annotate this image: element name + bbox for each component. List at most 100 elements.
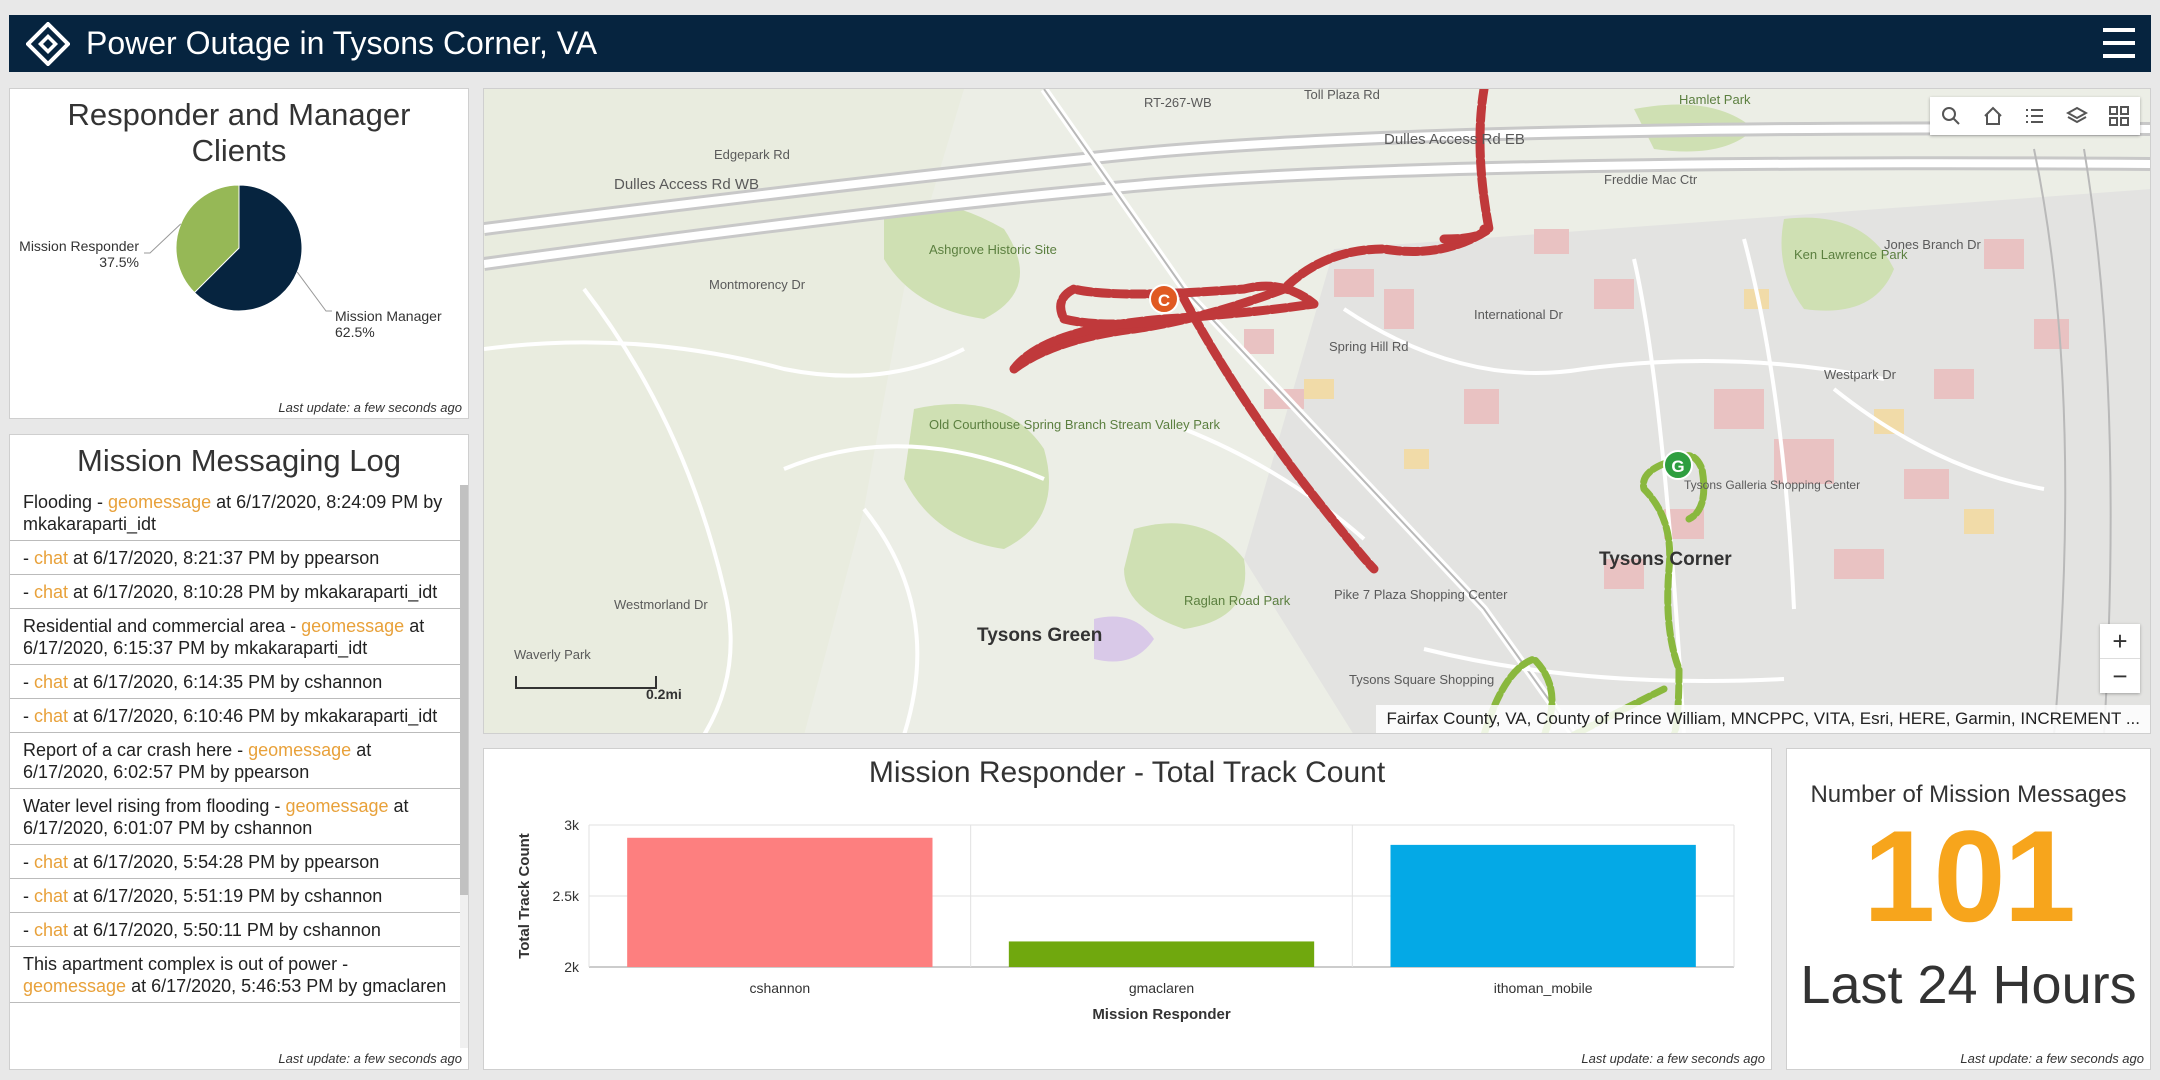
app-logo-icon	[26, 21, 70, 66]
log-last-update: Last update: a few seconds ago	[278, 1051, 462, 1066]
pie-chart-panel: Responder and Manager Clients Mission Ma…	[9, 88, 469, 419]
label-old-courthouse: Old Courthouse Spring Branch Stream Vall…	[929, 417, 1220, 432]
log-item: Flooding - geomessage at 6/17/2020, 8:24…	[10, 485, 462, 541]
log-item: - chat at 6/17/2020, 5:50:11 PM by cshan…	[10, 913, 462, 947]
log-item-meta: at 6/17/2020, 8:21:37 PM by ppearson	[68, 548, 380, 568]
hamburger-menu-icon[interactable]	[2103, 28, 2135, 58]
basemap-gallery-icon[interactable]	[2098, 97, 2140, 135]
log-item-text: Water level rising from flooding -	[23, 796, 286, 816]
scale-bar: 0.2mi	[514, 674, 682, 703]
label-pike7: Pike 7 Plaza Shopping Center	[1334, 587, 1508, 602]
label-jones: Jones Branch Dr	[1884, 237, 1981, 252]
label-dulles-eb: Dulles Access Rd EB	[1384, 131, 1525, 148]
bar-chart-panel: Mission Responder - Total Track Count 2k 2…	[483, 748, 1772, 1070]
log-item-text: -	[23, 548, 34, 568]
x-axis-title: Mission Responder	[1092, 1006, 1231, 1023]
log-item: This apartment complex is out of power -…	[10, 947, 462, 1003]
log-item: - chat at 6/17/2020, 6:14:35 PM by cshan…	[10, 665, 462, 699]
log-item-text: -	[23, 852, 34, 872]
zoom-out-button[interactable]: −	[2100, 658, 2140, 693]
log-item-type-link[interactable]: geomessage	[108, 492, 211, 512]
label-tysons-square: Tysons Square Shopping	[1349, 672, 1494, 687]
log-item-type-link[interactable]: geomessage	[248, 740, 351, 760]
zoom-in-button[interactable]: +	[2100, 624, 2140, 658]
log-item-type-link[interactable]: chat	[34, 852, 68, 872]
log-item-text: Report of a car crash here -	[23, 740, 249, 760]
log-item-type-link[interactable]: geomessage	[23, 976, 126, 996]
basemap[interactable]: C G Tysons Green Tysons Corner Ashgrove …	[484, 89, 2151, 734]
bar-chart: Mission Responder - Total Track Count 2k 2…	[516, 756, 1735, 1023]
log-scrollbar[interactable]	[460, 485, 468, 1048]
label-international: International Dr	[1474, 307, 1564, 322]
map-toolbar	[1930, 97, 2140, 135]
search-icon[interactable]	[1930, 97, 1972, 135]
label-freddie: Freddie Mac Ctr	[1604, 172, 1698, 187]
zoom-control: + −	[2100, 624, 2140, 693]
log-item-text: -	[23, 706, 34, 726]
log-item-meta: at 6/17/2020, 5:50:11 PM by cshannon	[68, 920, 381, 940]
pie-slice-label: Mission Manager 62.5%	[335, 308, 442, 340]
log-item: Residential and commercial area - geomes…	[10, 609, 462, 665]
label-spring-hill: Spring Hill Rd	[1329, 339, 1408, 354]
log-item-type-link[interactable]: chat	[34, 706, 68, 726]
log-item-type-link[interactable]: geomessage	[301, 616, 404, 636]
label-waverly: Waverly Park	[514, 647, 591, 662]
bar-chart-title: Mission Responder - Total Track Count	[869, 756, 1386, 789]
log-item-type-link[interactable]: chat	[34, 672, 68, 692]
indicator-subtitle: Last 24 Hours	[1800, 955, 2137, 1015]
log-item: - chat at 6/17/2020, 8:21:37 PM by ppear…	[10, 541, 462, 575]
x-tick-label: cshannon	[749, 980, 810, 996]
log-item: - chat at 6/17/2020, 5:54:28 PM by ppear…	[10, 845, 462, 879]
legend-list-icon[interactable]	[2014, 97, 2056, 135]
log-item-meta: at 6/17/2020, 8:10:28 PM by mkakaraparti…	[68, 582, 438, 602]
log-item-text: -	[23, 920, 34, 940]
y-tick-label: 2.5k	[553, 888, 580, 904]
log-item-text: This apartment complex is out of power -	[23, 954, 349, 974]
scale-label: 0.2mi	[646, 686, 682, 702]
message-list[interactable]: Flooding - geomessage at 6/17/2020, 8:24…	[10, 485, 462, 1048]
log-item-type-link[interactable]: geomessage	[285, 796, 388, 816]
label-tysons-corner: Tysons Corner	[1599, 549, 1732, 570]
bar[interactable]	[627, 837, 933, 967]
x-tick-label: gmaclaren	[1129, 980, 1194, 996]
label-rt267: RT-267-WB	[1144, 95, 1212, 110]
indicator-panel: Number of Mission Messages 101 Last 24 H…	[1786, 748, 2151, 1070]
home-icon[interactable]	[1972, 97, 2014, 135]
log-scrollbar-thumb[interactable]	[460, 485, 468, 895]
x-tick-label: ithoman_mobile	[1494, 980, 1593, 996]
map-view[interactable]: C G Tysons Green Tysons Corner Ashgrove …	[483, 88, 2151, 734]
log-item-type-link[interactable]: chat	[34, 920, 68, 940]
log-item-text: -	[23, 582, 34, 602]
log-item-text: -	[23, 886, 34, 906]
log-item-type-link[interactable]: chat	[34, 886, 68, 906]
label-raglan: Raglan Road Park	[1184, 593, 1291, 608]
map-attribution[interactable]: Fairfax County, VA, County of Prince Wil…	[1376, 705, 2150, 733]
log-item-text: Residential and commercial area -	[23, 616, 302, 636]
indicator-value: 101	[1863, 803, 2076, 949]
log-item-meta: at 6/17/2020, 6:10:46 PM by mkakaraparti…	[68, 706, 438, 726]
pie-leader-line	[296, 271, 332, 312]
indicator-last-update: Last update: a few seconds ago	[1960, 1051, 2144, 1066]
bar[interactable]	[1390, 844, 1696, 967]
y-axis-title: Total Track Count	[516, 833, 533, 959]
marker-g-label: G	[1671, 457, 1684, 476]
messaging-log-panel: Mission Messaging Log Flooding - geomess…	[9, 434, 469, 1070]
log-item-type-link[interactable]: chat	[34, 548, 68, 568]
pie-leader-line	[144, 223, 182, 254]
layers-icon[interactable]	[2056, 97, 2098, 135]
label-tysons-green: Tysons Green	[977, 625, 1102, 646]
bar[interactable]	[1008, 941, 1315, 967]
log-item: Report of a car crash here - geomessage …	[10, 733, 462, 789]
pie-last-update: Last update: a few seconds ago	[278, 400, 462, 415]
label-edgepark: Edgepark Rd	[714, 147, 790, 162]
log-item-type-link[interactable]: chat	[34, 582, 68, 602]
label-montmorency: Montmorency Dr	[709, 277, 806, 292]
log-item-meta: at 6/17/2020, 5:51:19 PM by cshannon	[68, 886, 383, 906]
label-westmorland: Westmorland Dr	[614, 597, 708, 612]
label-dulles-wb: Dulles Access Rd WB	[614, 176, 759, 193]
log-title: Mission Messaging Log	[77, 443, 401, 478]
log-item-meta: at 6/17/2020, 5:46:53 PM by gmaclaren	[126, 976, 447, 996]
marker-c-label: C	[1158, 291, 1170, 310]
y-tick-label: 3k	[564, 817, 580, 833]
log-item: - chat at 6/17/2020, 5:51:19 PM by cshan…	[10, 879, 462, 913]
